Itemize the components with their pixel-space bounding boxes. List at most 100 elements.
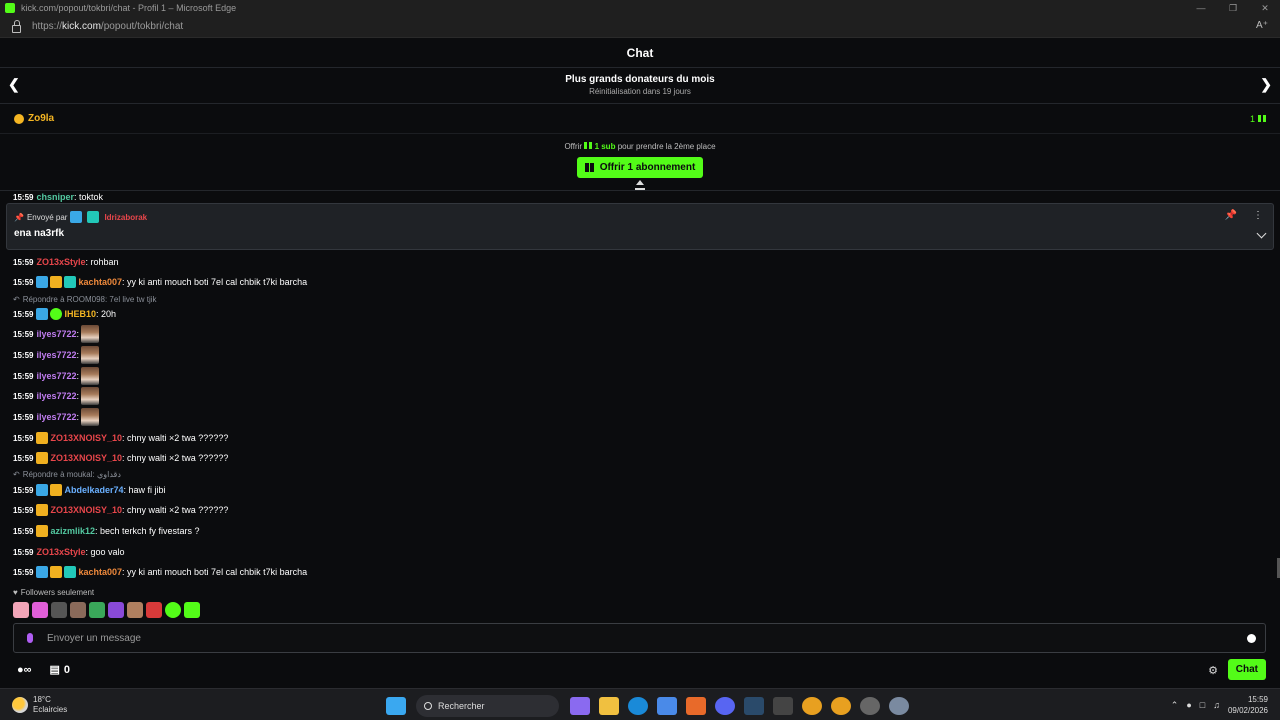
app-icon[interactable] <box>685 697 706 715</box>
message-text: : <box>76 391 80 401</box>
store-icon[interactable]: ▤ <box>50 663 60 676</box>
message-input[interactable] <box>47 632 1197 644</box>
message-text: : yy ki anti mouch boti 7el cal chbik t7… <box>122 277 308 287</box>
emote-icon <box>81 346 100 364</box>
chrome-icon[interactable] <box>801 697 822 715</box>
emote-icon <box>81 325 100 343</box>
badge-icon <box>36 432 49 444</box>
message-input-box[interactable] <box>13 623 1266 653</box>
heart-icon: ♥ <box>13 588 18 597</box>
emoji-icon[interactable] <box>1247 633 1256 643</box>
chat-username[interactable]: ZO13XNOISY_10 <box>50 505 122 515</box>
copilot-icon[interactable] <box>569 697 590 715</box>
chat-message: 15:59 ZO13XNOISY_10: chny walti ×2 twa ??… <box>13 430 228 446</box>
chat-username[interactable]: ZO13xStyle <box>36 257 85 267</box>
app-icon[interactable] <box>859 697 880 715</box>
prev-arrow-icon[interactable]: ❮ <box>8 76 20 93</box>
chat-username[interactable]: ZO13XNOISY_10 <box>50 433 122 443</box>
message-text: : bech terkch fy fivestars ? <box>95 526 200 536</box>
chat-message: 15:59 kachta007: yy ki anti mouch boti 7e… <box>13 564 307 580</box>
gift-box-icon <box>584 163 594 172</box>
emote-icon[interactable] <box>13 602 29 618</box>
pinned-text: ena na3rfk <box>14 228 65 239</box>
pin-icon[interactable]: 📌 <box>1225 210 1237 221</box>
volume-icon[interactable]: ♫ <box>1213 700 1220 710</box>
read-aloud-icon[interactable]: A⁺ <box>1256 20 1268 31</box>
gear-icon[interactable]: ⚙ <box>1208 664 1218 677</box>
emote-icon[interactable] <box>108 602 124 618</box>
emote-icon[interactable] <box>146 602 162 618</box>
weather-widget[interactable]: 18°C Eclaircies <box>12 695 67 715</box>
emote-icon[interactable] <box>89 602 105 618</box>
store-app-icon[interactable] <box>656 697 677 715</box>
chat-username[interactable]: ilyes7722 <box>36 391 76 401</box>
pinned-header: 📌 Envoyé par Idrizaborak <box>14 211 148 223</box>
steam-icon[interactable] <box>743 697 764 715</box>
send-chat-button[interactable]: Chat <box>1227 659 1266 680</box>
network-icon[interactable]: □ <box>1200 700 1205 710</box>
chat-username[interactable]: ilyes7722 <box>36 350 76 360</box>
donors-reset-text: Réinitialisation dans 19 jours <box>589 87 691 96</box>
chevron-up-icon[interactable]: ⌃ <box>1171 700 1179 711</box>
message-timestamp: 15:59 <box>13 453 34 463</box>
chat-username[interactable]: ZO13XNOISY_10 <box>50 453 122 463</box>
edge-icon[interactable] <box>627 697 648 715</box>
emote-icon[interactable] <box>51 602 67 618</box>
emote-icon[interactable] <box>165 602 181 618</box>
file-explorer-icon[interactable] <box>598 697 619 715</box>
message-timestamp: 15:59 <box>13 371 34 381</box>
message-text: : <box>76 371 80 381</box>
chat-username[interactable]: ilyes7722 <box>36 371 76 381</box>
pinned-username[interactable]: Idrizaborak <box>104 213 147 222</box>
lock-icon <box>12 19 21 33</box>
message-timestamp: 15:59 <box>13 567 34 577</box>
chat-username[interactable]: kachta007 <box>78 277 122 287</box>
message-text: : <box>76 412 80 422</box>
chat-username[interactable]: ilyes7722 <box>36 412 76 422</box>
chevron-down-icon[interactable] <box>1256 228 1267 239</box>
message-timestamp: 15:59 <box>13 547 34 557</box>
donors-title: Plus grands donateurs du mois <box>565 74 715 85</box>
start-icon[interactable] <box>385 697 406 715</box>
settings-icon[interactable] <box>888 697 909 715</box>
app-icon[interactable] <box>772 697 793 715</box>
discord-icon[interactable] <box>714 697 735 715</box>
emote-icon[interactable] <box>32 602 48 618</box>
chat-username[interactable]: chsniper <box>36 192 74 202</box>
emote-icon[interactable] <box>184 602 200 618</box>
chat-message: 15:59 kachta007: yy ki anti mouch boti 7e… <box>13 274 307 290</box>
chat-username[interactable]: kachta007 <box>78 567 122 577</box>
close-window-button[interactable]: ✕ <box>1250 0 1280 16</box>
clock[interactable]: 15:59 09/02/2026 <box>1228 694 1268 716</box>
chrome-icon[interactable] <box>830 697 851 715</box>
badge-icon <box>50 308 63 320</box>
chat-username[interactable]: ZO13xStyle <box>36 547 85 557</box>
chat-username[interactable]: azizmlik12 <box>50 526 95 536</box>
collapse-icon[interactable] <box>635 180 645 190</box>
minimize-button[interactable]: — <box>1186 0 1216 16</box>
badge-icon <box>64 276 77 288</box>
points-icon[interactable]: ●∞ <box>17 664 32 676</box>
message-timestamp: 15:59 <box>13 526 34 536</box>
restore-button[interactable]: ❐ <box>1218 0 1248 16</box>
gift-subscription-button[interactable]: Offrir 1 abonnement <box>576 157 704 178</box>
search-icon <box>424 702 432 710</box>
badge-icon <box>50 566 63 578</box>
top-donors-panel: ❮ Plus grands donateurs du mois Réinitia… <box>0 68 1280 104</box>
mic-tray-icon[interactable]: ● <box>1186 700 1191 710</box>
chat-username[interactable]: Abdelkader74 <box>64 485 123 495</box>
taskbar-search[interactable]: Rechercher <box>416 695 559 717</box>
next-arrow-icon[interactable]: ❯ <box>1260 76 1272 93</box>
message-text: : rohban <box>85 257 119 267</box>
address-bar[interactable]: https://kick.com/popout/tokbri/chat A⁺ <box>0 16 1280 38</box>
more-options-icon[interactable]: ⋮ <box>1253 210 1263 221</box>
message-timestamp: 15:59 <box>13 277 34 287</box>
mic-icon[interactable] <box>27 633 33 643</box>
message-text: : goo valo <box>85 547 125 557</box>
leader-name[interactable]: Zo9la <box>28 113 54 124</box>
chat-username[interactable]: ilyes7722 <box>36 329 76 339</box>
emote-icon[interactable] <box>70 602 86 618</box>
chat-username[interactable]: IHEB10 <box>64 309 96 319</box>
emote-icon[interactable] <box>127 602 143 618</box>
url-text[interactable]: https://kick.com/popout/tokbri/chat <box>32 21 183 32</box>
